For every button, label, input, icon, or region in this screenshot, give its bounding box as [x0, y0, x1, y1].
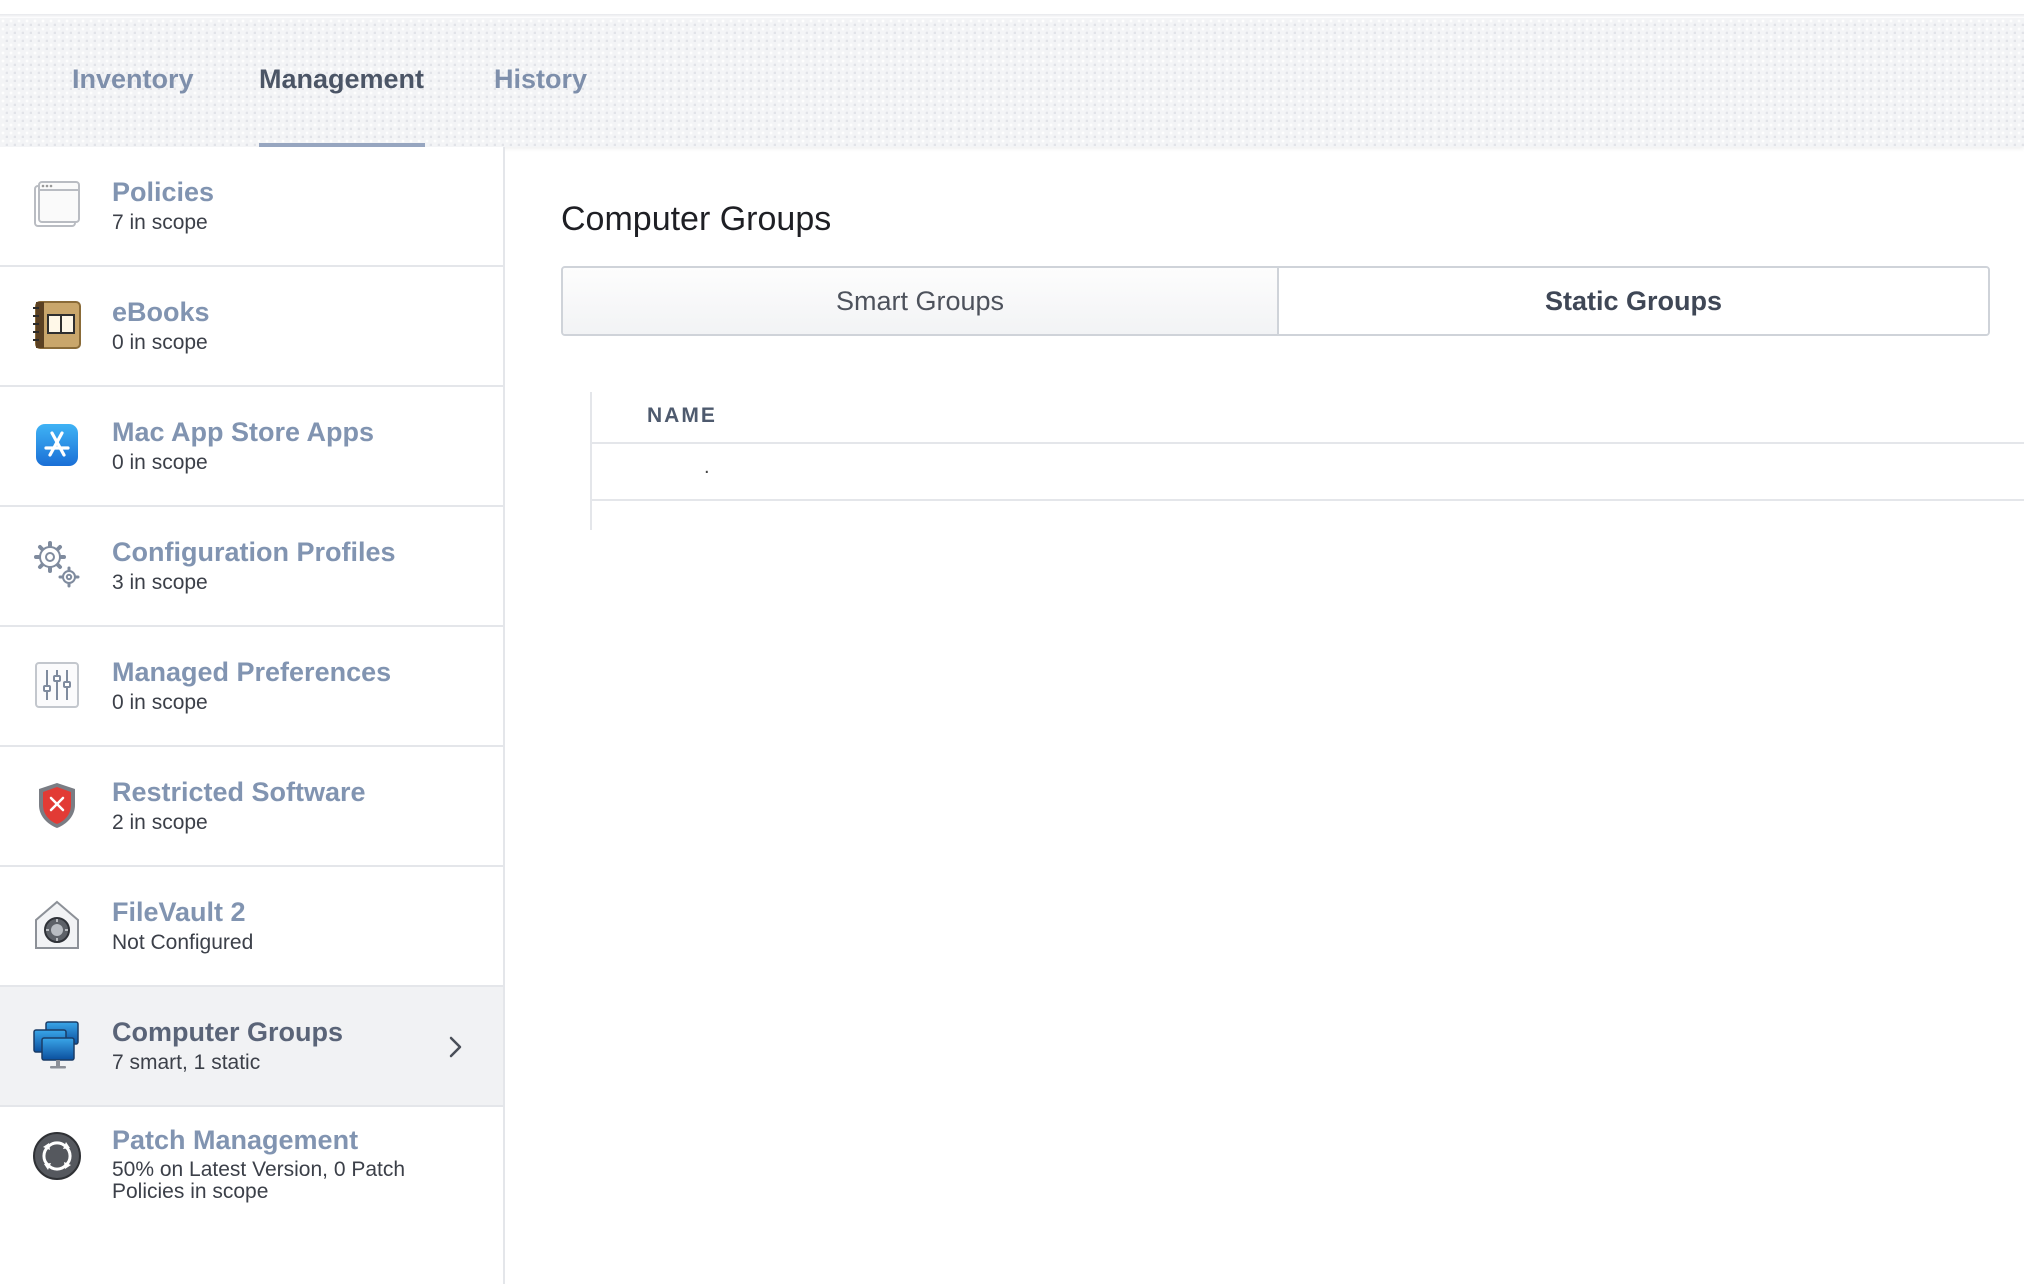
chevron-right-icon [449, 1036, 462, 1058]
sidebar-item-label: eBooks [112, 297, 210, 327]
tab-inventory[interactable]: Inventory [72, 64, 194, 147]
sidebar-item-subtitle: 7 smart, 1 static [112, 1051, 261, 1074]
sidebar-item-label: Computer Groups [112, 1017, 344, 1047]
ebook-icon [33, 301, 81, 349]
tab-history[interactable]: History [494, 64, 587, 147]
table-divider [592, 499, 2024, 501]
smart-groups-button[interactable]: Smart Groups [563, 268, 1279, 334]
filevault-vault-icon [35, 900, 79, 949]
sliders-icon [35, 662, 79, 708]
table-left-border [590, 392, 592, 530]
tab-management[interactable]: Management [259, 64, 425, 147]
sidebar-item-label: FileVault 2 [112, 897, 246, 927]
shield-x-icon [39, 783, 75, 828]
sidebar-item-policies[interactable]: Policies 7 in scope [0, 147, 503, 267]
static-groups-button[interactable]: Static Groups [1279, 268, 1988, 334]
sidebar-item-configuration-profiles[interactable]: Configuration Profiles 3 in scope [0, 507, 503, 627]
patch-cycle-icon [33, 1132, 81, 1180]
sidebar-item-label: Configuration Profiles [112, 537, 396, 567]
sidebar-item-mac-app-store-apps[interactable]: Mac App Store Apps 0 in scope [0, 387, 503, 507]
sidebar-item-patch-management[interactable]: Patch Management 50% on Latest Version, … [0, 1107, 503, 1284]
computer-group-icon [33, 1021, 79, 1069]
groups-table: NAME . [590, 392, 2024, 530]
policies-window-icon [34, 181, 80, 227]
sidebar-item-computer-groups[interactable]: Computer Groups 7 smart, 1 static [0, 987, 503, 1107]
sidebar-item-label: Policies [112, 177, 215, 207]
top-edge-shadow [0, 14, 2024, 18]
sidebar-item-ebooks[interactable]: eBooks 0 in scope [0, 267, 503, 387]
sidebar-item-label: Mac App Store Apps [112, 417, 375, 447]
table-divider [592, 442, 2024, 444]
sidebar-item-subtitle: 0 in scope [112, 451, 208, 474]
sidebar-item-subtitle: 7 in scope [112, 211, 208, 234]
sidebar-item-label: Patch Management [112, 1125, 359, 1155]
sidebar-item-subtitle: 50% on Latest Version, 0 Patch Policies … [112, 1158, 406, 1203]
sidebar-item-restricted-software[interactable]: Restricted Software 2 in scope [0, 747, 503, 867]
sidebar: Policies 7 in scope eBooks 0 in scope Ma… [0, 147, 505, 1284]
sidebar-item-subtitle: 0 in scope [112, 691, 208, 714]
sidebar-item-label: Managed Preferences [112, 657, 392, 687]
sidebar-item-filevault-2[interactable]: FileVault 2 Not Configured [0, 867, 503, 987]
group-type-segmented-control: Smart Groups Static Groups [561, 266, 1990, 336]
gears-icon [34, 541, 80, 588]
sidebar-item-subtitle: Not Configured [112, 931, 254, 954]
table-row[interactable]: . [704, 456, 710, 479]
column-header-name[interactable]: NAME [647, 404, 717, 428]
sidebar-item-subtitle: 2 in scope [112, 811, 208, 834]
sidebar-item-label: Restricted Software [112, 777, 366, 807]
page-title: Computer Groups [561, 200, 832, 238]
sidebar-item-managed-preferences[interactable]: Managed Preferences 0 in scope [0, 627, 503, 747]
sidebar-item-subtitle: 3 in scope [112, 571, 208, 594]
app-store-icon [36, 424, 78, 466]
sidebar-item-subtitle: 0 in scope [112, 331, 208, 354]
